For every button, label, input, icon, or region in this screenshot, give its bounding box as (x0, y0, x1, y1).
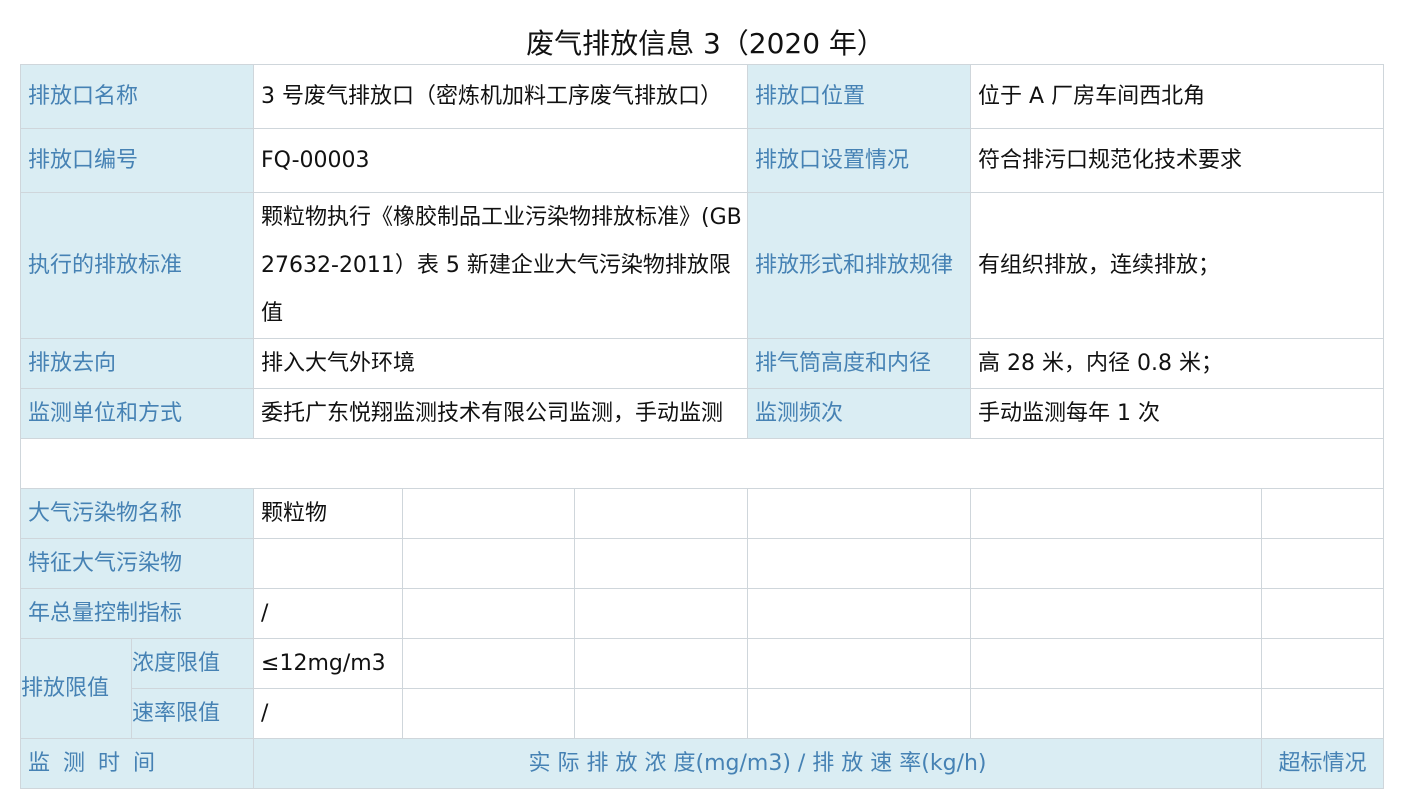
pattern-value: 有组织排放，连续排放； (970, 192, 1385, 339)
outlet-location-label: 排放口位置 (747, 64, 972, 129)
concentration-limit-label: 浓度限值 (130, 638, 255, 689)
empty-cell (970, 588, 1263, 639)
row-monitor-header: 监 测 时 间 实 际 排 放 浓 度(mg/m3) / 排 放 速 率(kg/… (19, 738, 1385, 789)
row-rate-limit: 速率限值 / (21, 688, 1385, 739)
emission-info-table: 排放口名称 3 号废气排放口（密炼机加料工序废气排放口） 排放口位置 位于 A … (19, 64, 1385, 789)
outlet-name-label: 排放口名称 (19, 64, 255, 129)
empty-cell (1261, 638, 1385, 689)
empty-cell (747, 688, 972, 739)
row-spacer (19, 438, 1385, 489)
annual-total-label: 年总量控制指标 (19, 588, 255, 639)
empty-cell (402, 688, 576, 739)
row-concentration-limit: 排放限值 浓度限值 ≤12mg/m3 (20, 638, 1385, 739)
direction-label: 排放去向 (19, 338, 255, 389)
empty-cell (747, 588, 972, 639)
empty-cell (402, 588, 576, 639)
row-standard: 执行的排放标准 颗粒物执行《橡胶制品工业污染物排放标准》(GB 27632-20… (19, 192, 1385, 339)
row-outlet-code: 排放口编号 FQ-00003 排放口设置情况 符合排污口规范化技术要求 (19, 128, 1385, 193)
empty-cell (1261, 538, 1385, 589)
stack-value: 高 28 米，内径 0.8 米； (970, 338, 1385, 389)
measurement-header: 实 际 排 放 浓 度(mg/m3) / 排 放 速 率(kg/h) (253, 738, 1263, 789)
empty-cell (402, 488, 576, 539)
empty-cell (747, 538, 972, 589)
outlet-name-value: 3 号废气排放口（密炼机加料工序废气排放口） (253, 64, 749, 129)
annual-total-value: / (253, 588, 404, 639)
emission-limit-label: 排放限值 (20, 638, 132, 739)
outlet-code-value: FQ-00003 (253, 128, 749, 193)
pattern-label: 排放形式和排放规律 (747, 192, 972, 339)
outlet-code-label: 排放口编号 (19, 128, 255, 193)
empty-cell (1261, 588, 1385, 639)
row-feature-pollutant: 特征大气污染物 (19, 538, 1385, 589)
empty-cell (574, 588, 749, 639)
monitor-time-header: 监 测 时 间 (19, 738, 255, 789)
row-annual-total: 年总量控制指标 / (19, 588, 1385, 639)
direction-value: 排入大气外环境 (253, 338, 749, 389)
outlet-location-value: 位于 A 厂房车间西北角 (970, 64, 1385, 129)
empty-cell (1261, 688, 1385, 739)
row-pollutant-name: 大气污染物名称 颗粒物 (19, 488, 1385, 539)
empty-cell (970, 538, 1263, 589)
monitor-unit-value: 委托广东悦翔监测技术有限公司监测，手动监测 (253, 388, 749, 439)
row-direction: 排放去向 排入大气外环境 排气筒高度和内径 高 28 米，内径 0.8 米； (19, 338, 1385, 389)
rate-limit-label: 速率限值 (130, 688, 255, 739)
concentration-limit-value: ≤12mg/m3 (253, 638, 404, 689)
monitor-time-text: 监 测 时 间 (28, 750, 158, 776)
empty-cell (747, 638, 972, 689)
empty-cell (574, 688, 749, 739)
empty-cell (970, 688, 1263, 739)
standard-label: 执行的排放标准 (19, 192, 255, 339)
rate-limit-value: / (253, 688, 404, 739)
row-outlet-name: 排放口名称 3 号废气排放口（密炼机加料工序废气排放口） 排放口位置 位于 A … (19, 64, 1385, 129)
pollutant-name-label: 大气污染物名称 (19, 488, 255, 539)
feature-pollutant-value (253, 538, 404, 589)
spacer-cell (19, 438, 1385, 489)
measurement-header-text: 实 际 排 放 浓 度(mg/m3) / 排 放 速 率(kg/h) (528, 750, 987, 776)
empty-cell (970, 488, 1263, 539)
outlet-setting-label: 排放口设置情况 (747, 128, 972, 193)
empty-cell (574, 488, 749, 539)
empty-cell (574, 638, 749, 689)
page-title: 废气排放信息 3（2020 年） (526, 27, 885, 60)
empty-cell (402, 538, 576, 589)
empty-cell (747, 488, 972, 539)
empty-cell (1261, 488, 1385, 539)
frequency-value: 手动监测每年 1 次 (970, 388, 1385, 439)
feature-pollutant-label: 特征大气污染物 (19, 538, 255, 589)
empty-cell (970, 638, 1263, 689)
stack-label: 排气筒高度和内径 (747, 338, 972, 389)
exceed-header: 超标情况 (1261, 738, 1385, 789)
empty-cell (574, 538, 749, 589)
frequency-label: 监测频次 (747, 388, 972, 439)
pollutant-name-value: 颗粒物 (253, 488, 404, 539)
outlet-setting-value: 符合排污口规范化技术要求 (970, 128, 1385, 193)
empty-cell (402, 638, 576, 689)
monitor-unit-label: 监测单位和方式 (19, 388, 255, 439)
row-monitor-unit: 监测单位和方式 委托广东悦翔监测技术有限公司监测，手动监测 监测频次 手动监测每… (19, 388, 1385, 439)
standard-value: 颗粒物执行《橡胶制品工业污染物排放标准》(GB 27632-2011）表 5 新… (253, 192, 749, 339)
